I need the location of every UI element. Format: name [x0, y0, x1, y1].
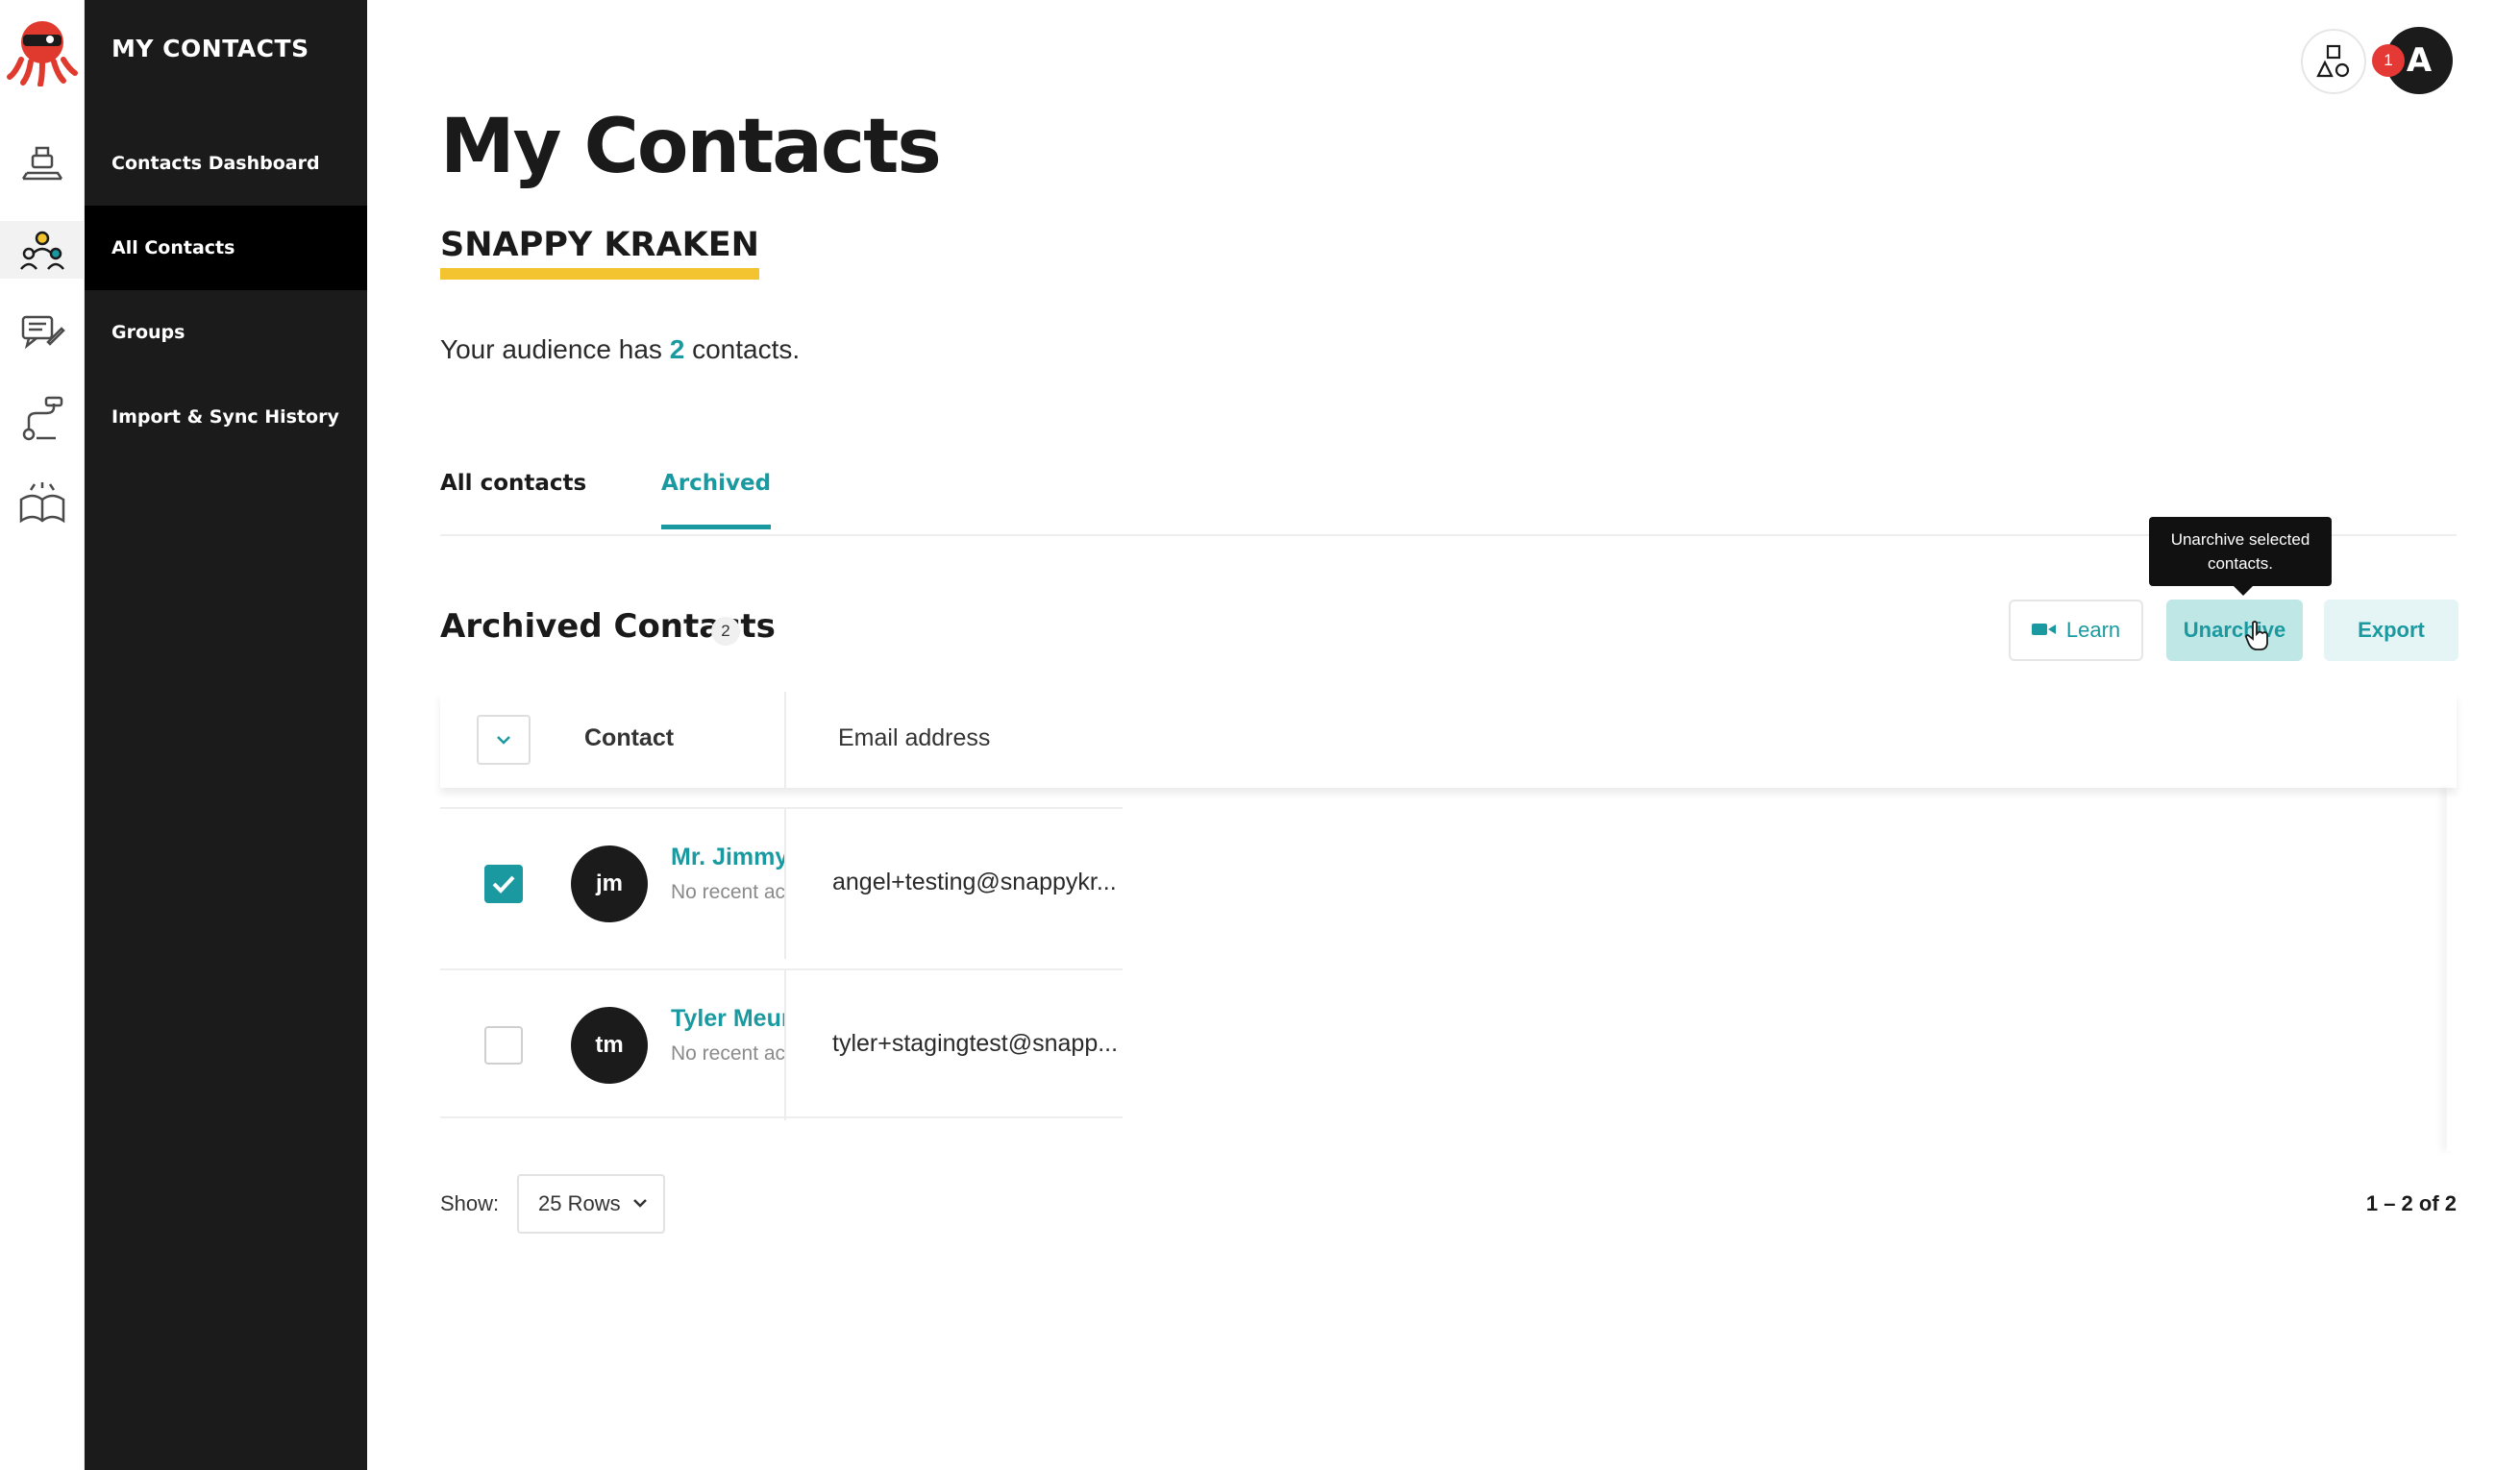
audience-summary: Your audience has 2 contacts.: [440, 334, 800, 365]
row-checkbox[interactable]: [484, 865, 523, 903]
dashboard-stack-icon[interactable]: [13, 136, 71, 194]
avatar: tm: [571, 1007, 648, 1084]
table-header: Contact Email address: [440, 692, 2457, 788]
column-divider: [784, 692, 786, 788]
contact-activity: No recent activity: [671, 881, 784, 903]
contact-cell: Tyler Meur No recent activity: [671, 1005, 784, 1066]
section-count-badge: 2: [711, 617, 740, 646]
sidebar: MY CONTACTS Contacts Dashboard All Conta…: [85, 0, 367, 1470]
export-button[interactable]: Export: [2324, 600, 2458, 661]
chevron-down-icon: [497, 736, 510, 745]
rows-per-page-value: 25 Rows: [538, 1191, 621, 1215]
audience-count: 2: [669, 334, 685, 364]
unarchive-tooltip: Unarchive selected contacts.: [2149, 517, 2332, 596]
contact-email: angel+testing@snappykr...: [832, 869, 1117, 895]
contact-cell: Mr. Jimmy No recent activity: [671, 844, 784, 904]
sidebar-item-groups[interactable]: Groups: [85, 290, 367, 375]
sidebar-item-contacts-dashboard[interactable]: Contacts Dashboard: [85, 121, 367, 206]
sidebar-title: MY CONTACTS: [111, 35, 309, 62]
org-name: SNAPPY KRAKEN: [440, 227, 759, 280]
table-row[interactable]: tm Tyler Meur No recent activity tyler+s…: [440, 968, 1123, 1120]
campaigns-chat-icon[interactable]: [13, 306, 71, 363]
notification-badge[interactable]: 1: [2372, 44, 2405, 77]
automation-flow-icon[interactable]: [13, 390, 71, 448]
sidebar-item-import-sync-history[interactable]: Import & Sync History: [85, 375, 367, 459]
sidebar-item-all-contacts[interactable]: All Contacts: [85, 206, 367, 290]
video-camera-icon: [2031, 618, 2057, 643]
contact-activity: No recent activity: [671, 1042, 784, 1065]
contact-name-link[interactable]: Mr. Jimmy: [671, 844, 784, 871]
learning-book-icon[interactable]: [13, 475, 71, 532]
page-title: My Contacts: [440, 104, 942, 190]
select-all-dropdown[interactable]: [477, 715, 531, 765]
column-divider: [784, 970, 786, 1120]
column-header-email[interactable]: Email address: [838, 724, 990, 752]
row-checkbox[interactable]: [484, 1026, 523, 1065]
show-label: Show:: [440, 1191, 500, 1215]
learn-button-label: Learn: [2065, 618, 2121, 642]
table-row[interactable]: jm Mr. Jimmy No recent activity angel+te…: [440, 807, 1123, 959]
contact-name-link[interactable]: Tyler Meur: [671, 1005, 784, 1033]
main-content: My Contacts SNAPPY KRAKEN Your audience …: [367, 0, 2520, 1470]
learn-button[interactable]: Learn: [2009, 600, 2143, 661]
column-header-contact[interactable]: Contact: [584, 724, 674, 752]
unarchive-button[interactable]: Unarchive: [2166, 600, 2303, 661]
kraken-logo-icon[interactable]: [6, 13, 79, 87]
audience-suffix: contacts.: [692, 334, 801, 364]
avatar: jm: [571, 845, 648, 922]
contacts-table: Contact Email address jm Mr. Jimmy No re…: [440, 692, 2457, 1151]
hand-cursor-icon: [2245, 621, 2270, 651]
contacts-people-icon[interactable]: [0, 221, 85, 279]
integrations-button[interactable]: [2301, 29, 2366, 94]
audience-prefix: Your audience has: [440, 334, 662, 364]
contact-email: tyler+stagingtest@snapp...: [832, 1030, 1119, 1057]
tab-all-contacts[interactable]: All contacts: [440, 471, 586, 496]
pagination-info: 1 – 2 of 2: [2365, 1191, 2457, 1215]
table-scroll-edge: [2447, 788, 2457, 1151]
tab-archived[interactable]: Archived: [661, 471, 772, 529]
shapes-icon: [2316, 44, 2350, 78]
rows-per-page-select[interactable]: 25 Rows: [517, 1174, 665, 1234]
column-divider: [784, 809, 786, 959]
checkmark-icon: [492, 875, 515, 894]
chevron-down-icon: [633, 1199, 647, 1208]
icon-rail: [0, 0, 85, 1470]
